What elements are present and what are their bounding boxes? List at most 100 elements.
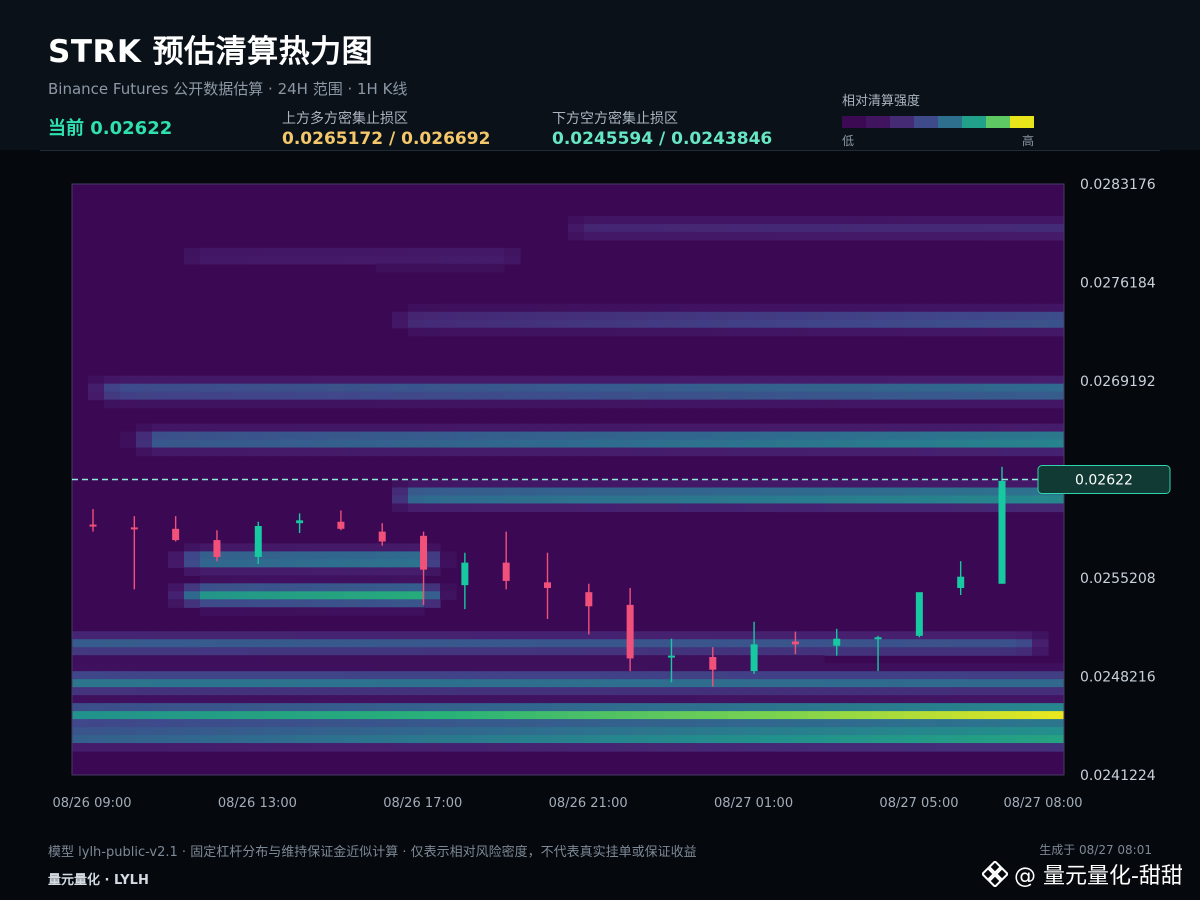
heatmap-cell (616, 311, 633, 321)
heatmap-cell (440, 631, 457, 640)
heatmap-cell (744, 479, 761, 489)
heatmap-cell (984, 391, 1001, 401)
heatmap-cell (840, 327, 857, 337)
heatmap-cell (920, 439, 937, 449)
heatmap-cell (504, 639, 521, 648)
heatmap-cell (776, 391, 793, 401)
heatmap-cell (1016, 391, 1033, 401)
heatmap-cell (168, 559, 185, 568)
heatmap-cell (568, 735, 585, 744)
heatmap-cell (248, 559, 265, 568)
heatmap-cell (456, 647, 473, 656)
heatmap-cell (552, 695, 569, 704)
heatmap-cell (184, 423, 201, 433)
heatmap-cell (200, 567, 217, 576)
heatmap-cell (232, 391, 249, 401)
heatmap-cell (232, 663, 249, 672)
heatmap-cell (456, 735, 473, 744)
heatmap-cell (824, 703, 841, 712)
heatmap-cell (680, 647, 697, 656)
heatmap-cell (344, 391, 361, 401)
heatmap-cell (504, 487, 521, 497)
heatmap-cell (296, 575, 313, 584)
heatmap-cell (648, 391, 665, 401)
heatmap-cell (1016, 487, 1033, 497)
heatmap-cell (632, 647, 649, 656)
heatmap-cell (616, 399, 633, 409)
heatmap-cell (776, 671, 793, 680)
heatmap-cell (600, 639, 617, 648)
heatmap-cell (808, 735, 825, 744)
heatmap-cell (168, 727, 185, 736)
heatmap-cell (440, 311, 457, 321)
candle-body (378, 531, 386, 542)
heatmap-cell (216, 679, 233, 688)
heatmap-cell (248, 735, 265, 744)
heatmap-cell (648, 743, 665, 752)
heatmap-cell (296, 727, 313, 736)
x-tick-label: 08/26 09:00 (52, 796, 131, 811)
heatmap-cell (568, 687, 585, 696)
heatmap-cell (408, 703, 425, 712)
heatmap-cell (872, 503, 889, 513)
heatmap-cell (824, 743, 841, 752)
heatmap-cell (840, 391, 857, 401)
heatmap-cell (904, 687, 921, 696)
heatmap-cell (696, 375, 713, 385)
heatmap-cell (1048, 719, 1064, 728)
heatmap-cell (920, 399, 937, 409)
heatmap-cell (392, 647, 409, 656)
heatmap-cell (728, 727, 745, 736)
heatmap-cell (968, 231, 985, 241)
heatmap-cell (216, 735, 233, 744)
heatmap-cell (328, 607, 345, 616)
heatmap-cell (600, 383, 617, 393)
heatmap-cell (488, 671, 505, 680)
heatmap-cell (824, 487, 841, 497)
heatmap-cell (72, 735, 89, 744)
heatmap-cell (184, 743, 201, 752)
heatmap-cell (584, 447, 601, 457)
heatmap-cell (888, 311, 905, 321)
heatmap-cell (760, 679, 777, 688)
heatmap-cell (232, 671, 249, 680)
heatmap-cell (408, 727, 425, 736)
heatmap-cell (568, 327, 585, 337)
heatmap-cell (904, 695, 921, 704)
heatmap-cell (712, 303, 729, 313)
heatmap-cell (568, 439, 585, 449)
heatmap-cell (792, 375, 809, 385)
heatmap-cell (472, 711, 489, 720)
heatmap-cell (696, 439, 713, 449)
heatmap-cell (456, 503, 473, 513)
heatmap-cell (248, 711, 265, 720)
heatmap-cell (312, 663, 329, 672)
watermark-text: @ 量元量化-甜甜 (1014, 864, 1183, 889)
heatmap-cell (472, 719, 489, 728)
candle-body (915, 592, 923, 636)
heatmap-cell (904, 303, 921, 313)
heatmap-cell (776, 735, 793, 744)
heatmap-cell (936, 647, 953, 656)
heatmap-cell (152, 399, 169, 409)
heatmap-cell (680, 503, 697, 513)
candle-body (502, 562, 510, 581)
heatmap-cell (728, 503, 745, 513)
heatmap-cell (344, 583, 361, 592)
heatmap-cell (600, 679, 617, 688)
heatmap-cell (360, 663, 377, 672)
heatmap-cell (872, 719, 889, 728)
heatmap-cell (952, 687, 969, 696)
heatmap-cell (552, 303, 569, 313)
heatmap-cell (728, 303, 745, 313)
heatmap-cell (376, 567, 393, 576)
heatmap-cell (424, 687, 441, 696)
heatmap-cell (88, 719, 105, 728)
heatmap-cell (648, 447, 665, 457)
heatmap-cell (1048, 319, 1064, 329)
heatmap-cell (152, 735, 169, 744)
heatmap-cell (984, 719, 1001, 728)
heatmap-cell (152, 383, 169, 393)
heatmap-cell (552, 727, 569, 736)
heatmap-cell (504, 375, 521, 385)
